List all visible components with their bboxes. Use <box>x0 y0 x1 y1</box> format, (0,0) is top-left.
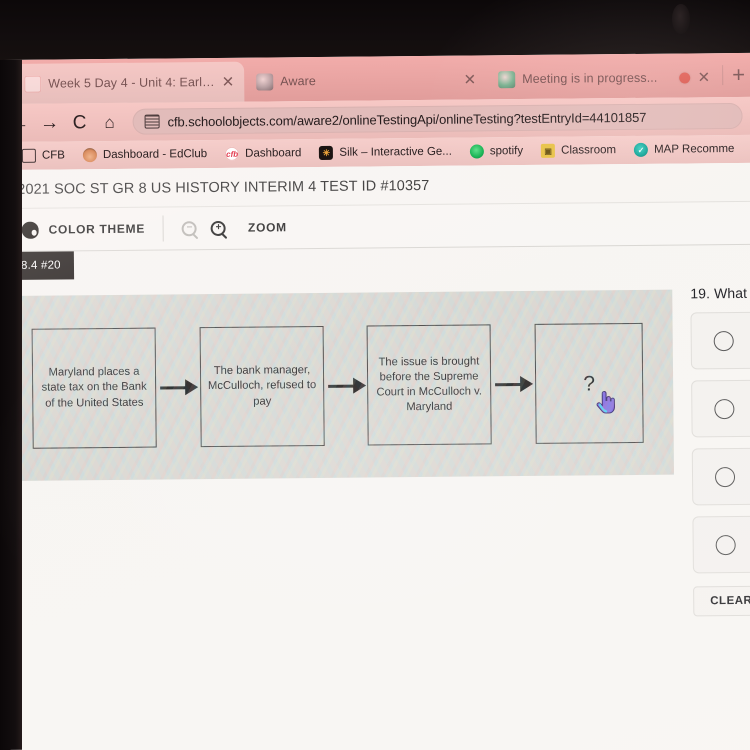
bookmark-label: CFB <box>41 149 65 162</box>
bookmark-label: Classroom <box>561 144 617 157</box>
cfb-logo-icon: cfb <box>225 146 240 161</box>
site-info-icon[interactable] <box>144 114 160 129</box>
spotify-icon <box>469 144 484 159</box>
question-number-text: 19. What <box>690 284 748 302</box>
answer-option-3[interactable] <box>691 447 750 506</box>
bookmark-silk[interactable]: ✳ Silk – Interactive Ge... <box>310 145 461 160</box>
bookmark-cfb[interactable]: CFB <box>13 148 74 163</box>
screen-content: cfb Week 5 Day 4 - Unit 4: Early Repu ✕ … <box>4 52 750 750</box>
color-theme-label: COLOR THEME <box>48 221 146 237</box>
close-icon[interactable]: ✕ <box>464 71 477 88</box>
forward-icon[interactable]: → <box>35 112 65 133</box>
bookmark-spotify[interactable]: spotify <box>461 144 532 159</box>
browser-tab-2-title: Aware <box>280 74 317 89</box>
zoom-in-icon[interactable]: + <box>210 220 227 236</box>
new-tab-button[interactable]: + <box>732 62 745 87</box>
flowchart-box-2: The bank manager, McCulloch, refused to … <box>199 325 325 448</box>
answer-option-4[interactable] <box>692 515 750 574</box>
zoom-label: ZOOM <box>247 220 287 235</box>
browser-tab-3[interactable]: Meeting is in progress... ✕ <box>488 57 720 99</box>
radio-unselected-icon[interactable] <box>713 330 734 351</box>
test-utility-toolbar: COLOR THEME − + ZOOM <box>5 200 750 252</box>
bookmark-label: Dashboard <box>245 147 302 160</box>
bookmark-dashboard[interactable]: cfb Dashboard <box>216 146 310 161</box>
radio-unselected-icon[interactable] <box>714 466 736 487</box>
color-theme-button[interactable]: COLOR THEME <box>21 220 146 239</box>
monitor-bezel-top <box>0 0 750 62</box>
toolbar-divider <box>162 215 165 242</box>
test-body: 8.4 #20 Maryland places a state tax on t… <box>5 245 750 662</box>
bookmark-label: spotify <box>489 145 524 158</box>
bookmark-classroom[interactable]: ▣ Classroom <box>532 143 625 158</box>
browser-tab-1-title: Week 5 Day 4 - Unit 4: Early Repu <box>48 74 215 91</box>
radio-unselected-icon[interactable] <box>714 398 735 419</box>
close-icon[interactable]: ✕ <box>222 73 235 90</box>
close-icon[interactable]: ✕ <box>698 69 711 86</box>
reload-icon[interactable]: C <box>65 112 95 133</box>
palette-icon <box>21 221 39 239</box>
flowchart-box-4: ? <box>534 322 644 444</box>
home-icon[interactable]: ⌂ <box>95 112 125 131</box>
folder-icon <box>21 148 36 163</box>
answer-option-1[interactable] <box>690 311 750 370</box>
browser-tab-2[interactable]: Aware ✕ <box>246 59 486 101</box>
webcam-icon <box>672 4 690 34</box>
silk-icon: ✳ <box>319 145 334 160</box>
bookmark-label: MAP Recomme <box>654 142 735 156</box>
monitor-bezel-left <box>0 59 22 750</box>
address-bar-url: cfb.schoolobjects.com/aware2/onlineTesti… <box>167 109 647 129</box>
flowchart-box-1: Maryland places a state tax on the Bank … <box>31 327 157 449</box>
browser-tab-1[interactable]: cfb Week 5 Day 4 - Unit 4: Early Repu ✕ <box>14 61 245 104</box>
clear-all-button[interactable]: CLEAR ALL <box>693 585 750 617</box>
flowchart-box-3: The issue is brought before the Supreme … <box>366 324 492 446</box>
globe-icon <box>256 72 274 91</box>
browser-tab-strip: cfb Week 5 Day 4 - Unit 4: Early Repu ✕ … <box>4 52 750 104</box>
right-arrow-icon <box>495 375 534 393</box>
map-icon: ✓ <box>634 142 649 157</box>
recording-indicator-icon <box>679 71 691 84</box>
right-arrow-icon <box>328 377 367 394</box>
radio-unselected-icon[interactable] <box>715 534 736 555</box>
question-column: 19. What CLEAR ALL <box>690 284 750 617</box>
tab-divider <box>722 65 724 86</box>
bookmark-label: Dashboard - EdClub <box>102 148 208 162</box>
address-bar[interactable]: cfb.schoolobjects.com/aware2/onlineTesti… <box>132 102 743 135</box>
zoom-out-icon[interactable]: − <box>181 220 198 236</box>
bookmark-map-recommend[interactable]: ✓ MAP Recomme <box>625 142 743 157</box>
edclub-icon <box>82 148 97 163</box>
stimulus-image: Maryland places a state tax on the Bank … <box>18 289 675 481</box>
test-page: 2021 SOC ST GR 8 US HISTORY INTERIM 4 TE… <box>5 162 750 750</box>
pointing-hand-cursor-icon <box>596 390 615 414</box>
classroom-icon: ▣ <box>541 143 556 158</box>
bookmark-dashboard-edclub[interactable]: Dashboard - EdClub <box>74 147 216 163</box>
flowchart: Maryland places a state tax on the Bank … <box>18 290 674 481</box>
answer-option-2[interactable] <box>691 379 750 438</box>
right-arrow-icon <box>160 379 199 396</box>
meet-icon <box>498 70 516 88</box>
bookmark-label: Silk – Interactive Ge... <box>339 145 452 159</box>
cfb-logo-icon: cfb <box>24 75 42 93</box>
browser-tab-3-title: Meeting is in progress... <box>522 70 658 87</box>
photo-of-screen: cfb Week 5 Day 4 - Unit 4: Early Repu ✕ … <box>0 0 750 750</box>
